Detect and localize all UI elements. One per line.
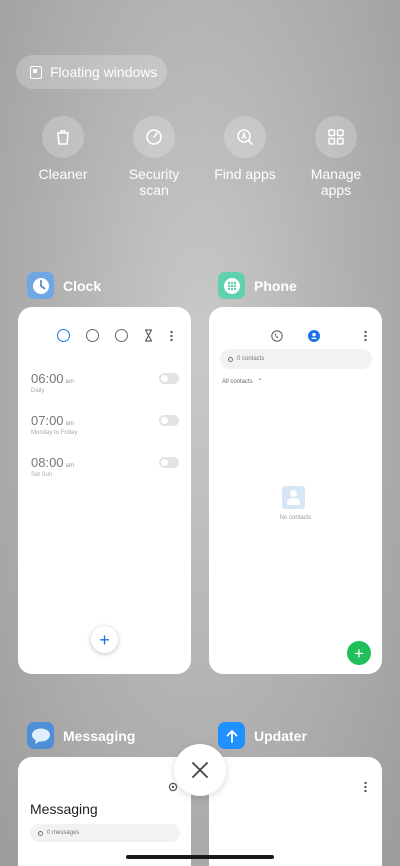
- messaging-app-icon: [27, 722, 54, 749]
- alarm-repeat: Sat Sun: [31, 472, 53, 478]
- shield-scan-icon: [133, 116, 175, 158]
- tool-label: Security scan: [128, 166, 180, 198]
- alarm-row[interactable]: 07:00 am Monday to Friday: [31, 413, 179, 436]
- app-name: Phone: [254, 277, 297, 294]
- search-icon: [228, 356, 233, 362]
- quick-tools: Cleaner Security scan Find apps Manage a…: [0, 116, 400, 206]
- alarm-repeat: Daily: [31, 388, 45, 394]
- security-scan-tool[interactable]: Security scan: [109, 116, 199, 198]
- alarm-time: 06:00: [31, 371, 64, 386]
- close-all-button[interactable]: [174, 744, 226, 796]
- call-log-tab-icon[interactable]: [271, 329, 283, 347]
- world-clock-tab-icon[interactable]: [85, 329, 99, 342]
- find-apps-icon: [224, 116, 266, 158]
- alarm-time: 08:00: [31, 455, 64, 470]
- phone-app-icon: [218, 272, 245, 299]
- alarm-ampm: am: [65, 463, 74, 469]
- tool-label: Manage apps: [310, 166, 362, 198]
- alarm-time: 07:00: [31, 413, 64, 428]
- phone-app-card[interactable]: 0 contacts All contacts ⌃ No contacts +: [209, 307, 382, 674]
- clock-app-card[interactable]: 06:00 am Daily 07:00 am Monday to Friday 0…: [18, 307, 191, 674]
- floating-windows-label: Floating windows: [50, 64, 158, 80]
- clock-app-header[interactable]: Clock: [27, 272, 101, 299]
- messaging-title: Messaging: [30, 801, 98, 817]
- clock-tabs: [18, 329, 191, 342]
- alarm-tab-icon[interactable]: [56, 329, 70, 342]
- trash-icon: [42, 116, 84, 158]
- search-icon: [38, 830, 43, 836]
- chevron-updown-icon: ⌃: [257, 379, 263, 385]
- messaging-app-header[interactable]: Messaging: [27, 722, 135, 749]
- floating-windows-button[interactable]: Floating windows: [16, 55, 167, 89]
- timer-tab-icon[interactable]: [144, 329, 153, 342]
- more-options-icon[interactable]: [364, 781, 367, 792]
- messaging-app-card[interactable]: Messaging 0 messages: [18, 757, 191, 866]
- tool-label: Cleaner: [38, 166, 88, 182]
- app-name: Clock: [63, 277, 102, 294]
- phone-app-header[interactable]: Phone: [218, 272, 297, 299]
- updater-app-header[interactable]: Updater: [218, 722, 307, 749]
- more-options-icon[interactable]: [364, 330, 367, 341]
- contacts-search-input[interactable]: 0 contacts: [220, 349, 372, 369]
- filter-label: All contacts: [222, 379, 253, 385]
- app-name: Updater: [254, 727, 307, 744]
- stopwatch-tab-icon[interactable]: [114, 329, 128, 342]
- find-apps-tool[interactable]: Find apps: [200, 116, 290, 182]
- alarm-repeat: Monday to Friday: [31, 430, 78, 436]
- contacts-filter-dropdown[interactable]: All contacts ⌃: [222, 378, 262, 385]
- home-indicator[interactable]: [126, 855, 274, 859]
- messages-search-input[interactable]: 0 messages: [30, 824, 180, 842]
- clock-app-icon: [27, 272, 54, 299]
- alarm-toggle[interactable]: [159, 415, 179, 426]
- contacts-tab-icon[interactable]: [308, 329, 320, 347]
- more-options-icon[interactable]: [170, 330, 173, 341]
- close-icon: [192, 762, 208, 778]
- alarm-ampm: am: [65, 379, 74, 385]
- alarm-row[interactable]: 06:00 am Daily: [31, 371, 179, 394]
- alarm-toggle[interactable]: [159, 457, 179, 468]
- alarm-ampm: am: [65, 421, 74, 427]
- add-alarm-button[interactable]: +: [91, 626, 118, 653]
- search-placeholder: 0 messages: [47, 830, 80, 836]
- updater-app-icon: [218, 722, 245, 749]
- empty-contacts-icon: [282, 486, 305, 509]
- empty-state-text: No contacts: [279, 515, 312, 521]
- grid-icon: [315, 116, 357, 158]
- updater-app-card[interactable]: [209, 757, 382, 866]
- alarm-toggle[interactable]: [159, 373, 179, 384]
- manage-apps-tool[interactable]: Manage apps: [291, 116, 381, 198]
- add-contact-button[interactable]: +: [347, 641, 371, 665]
- app-name: Messaging: [63, 727, 136, 744]
- alarm-row[interactable]: 08:00 am Sat Sun: [31, 455, 179, 478]
- tool-label: Find apps: [214, 166, 276, 182]
- floating-window-icon: [30, 65, 42, 79]
- cleaner-tool[interactable]: Cleaner: [18, 116, 108, 182]
- search-placeholder: 0 contacts: [237, 356, 265, 362]
